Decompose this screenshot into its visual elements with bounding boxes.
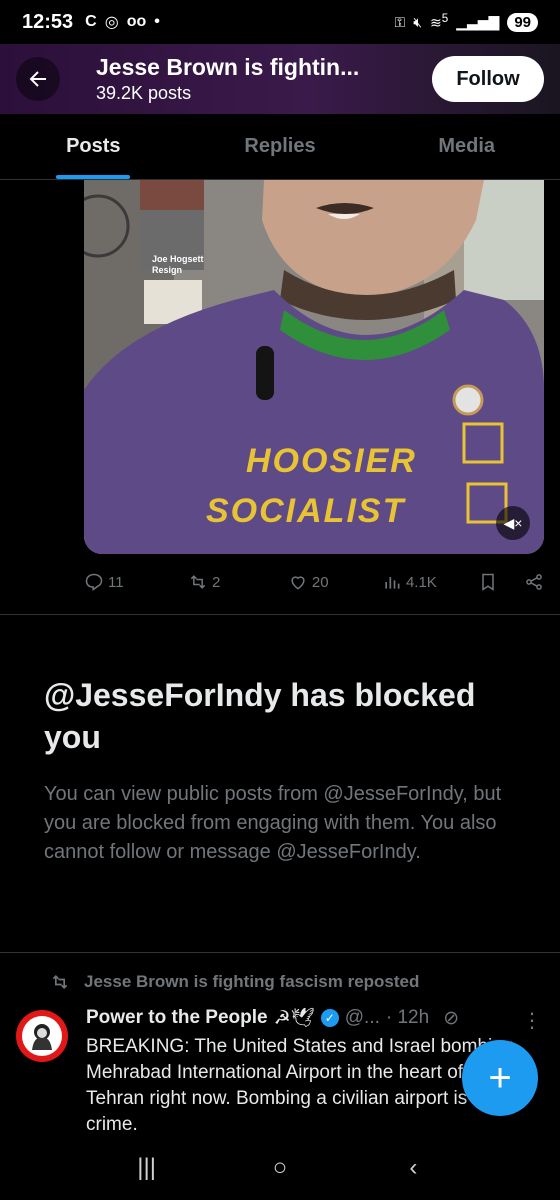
plus-icon: + [488,1055,512,1100]
back-button[interactable] [16,57,60,101]
blocked-title: @JesseForIndy has blocked you [44,677,476,755]
system-nav-bar: ||| ○ ‹ [0,1136,560,1200]
avatar[interactable] [16,1010,68,1062]
like-button[interactable]: 20 [288,572,376,592]
blocked-notice: @JesseForIndy has blocked you You can vi… [44,674,524,867]
post-author-handle: @... [344,1007,380,1028]
instagram-icon: ◎ [104,14,119,31]
post-text: BREAKING: The United States and Israel b… [86,1036,519,1135]
app-c-icon: C [85,13,97,30]
tab-media[interactable]: Media [373,114,560,179]
mute-status-icon: 🔇︎ [413,13,423,30]
post-author-name[interactable]: Power to the People [86,1007,268,1029]
dot-icon: • [154,13,160,30]
divider [0,614,560,615]
reply-button[interactable]: 11 [84,572,172,592]
tab-posts[interactable]: Posts [0,114,187,179]
divider [0,952,560,953]
home-icon[interactable]: ○ [260,1154,300,1182]
profile-title: Jesse Brown is fightin... [96,54,360,80]
share-icon [526,574,542,590]
bookmark-icon [482,573,494,591]
key-icon: ⚿ [394,13,406,30]
status-bar: 12:53 C ◎ oo • ⚿ 🔇︎ ≋5 ▁▃▅▇ 99 [0,0,560,44]
wifi-icon: ≋5 [430,12,449,31]
battery-indicator: 99 [507,12,538,32]
shirt-text-line2: SOCIALIST [206,492,406,530]
post-timestamp: · 12h [385,1007,430,1028]
views-button[interactable]: 4.1K [382,572,470,592]
share-button[interactable] [524,572,544,592]
repost-button[interactable]: 2 [188,572,286,592]
video-player[interactable]: Joe Hogsett Resign HOOSIER SOCIALIST ◀× [84,180,544,554]
bookmark-button[interactable] [478,572,498,592]
speaker-muted-icon: ◀× [503,514,523,531]
profile-tabs: Posts Replies Media [0,114,560,180]
back-nav-icon[interactable]: ‹ [393,1154,433,1182]
tab-replies[interactable]: Replies [187,114,374,179]
arrow-left-icon [29,71,46,87]
heart-icon [291,576,305,590]
blocked-body: You can view public posts from @JesseFor… [44,783,502,863]
more-options-icon[interactable]: ⋮ [522,1008,542,1033]
post-action-bar: 11 2 20 4.1K [84,566,544,598]
repost-icon [190,575,206,589]
repost-indicator[interactable]: Jesse Brown is fighting fascism reposted [50,972,419,992]
recent-apps-icon[interactable]: ||| [127,1154,167,1182]
sign-text: Joe Hogsett Resign [152,254,204,275]
shirt-text-line1: HOOSIER [246,442,417,480]
repost-icon [52,974,68,990]
verified-badge-icon: ✓ [320,1009,339,1027]
compose-button[interactable]: + [462,1040,538,1116]
profile-header: Jesse Brown is fightin... 39.2K posts Fo… [0,44,560,114]
signal-icon: ▁▃▅▇ [456,13,500,30]
voicemail-icon: oo [126,13,147,30]
reply-icon [85,573,103,591]
portrait-icon [32,1024,52,1050]
video-mute-button[interactable]: ◀× [496,506,530,540]
follow-button[interactable]: Follow [432,56,544,102]
post-count: 39.2K posts [96,83,192,103]
grok-icon[interactable]: ⊘ [443,1007,459,1030]
status-time: 12:53 [22,10,74,33]
views-chart-icon [385,577,400,589]
author-emoji: ☭🕊 [273,1008,315,1029]
